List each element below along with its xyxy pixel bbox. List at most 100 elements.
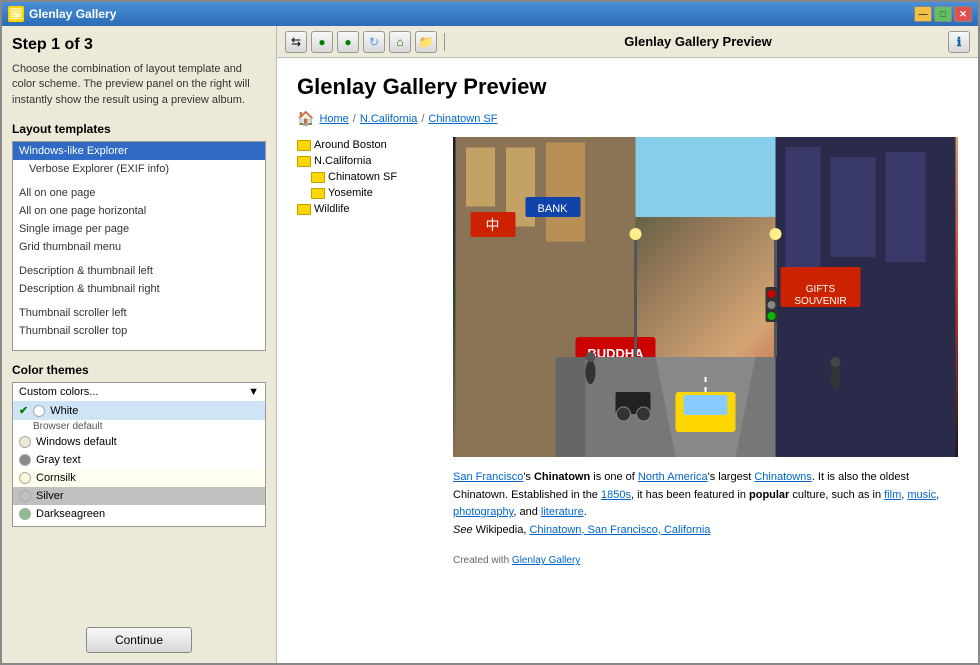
film-link[interactable]: film [884,489,901,501]
color-item-custom[interactable]: Custom colors... ▼ [13,383,265,401]
color-item-gray-text[interactable]: Gray text [13,451,265,469]
nav-forward-icon: ● [344,35,351,49]
breadcrumb: 🏠 Home / N.California / Chinatown SF [297,110,958,127]
layout-item-windows-explorer[interactable]: Windows-like Explorer [13,142,265,160]
window-title: Glenlay Gallery [29,7,116,21]
tree-item-ncalifornia[interactable]: N.California [297,153,437,169]
nav-home-icon: ⌂ [396,35,403,49]
nav-arrows-button[interactable]: ⇆ [285,31,307,53]
chinatowns-link[interactable]: Chinatowns [754,471,811,483]
layout-item-desc-thumb-right[interactable]: Description & thumbnail right [13,280,265,298]
nav-back-button[interactable]: ● [311,31,333,53]
darkseagreen-dot [19,508,31,520]
title-bar-left: 🖼 Glenlay Gallery [8,6,116,22]
minimize-button[interactable]: — [914,6,932,22]
custom-colors-label: Custom colors... [19,386,98,398]
svg-text:GIFTS: GIFTS [806,284,836,295]
tree-item-around-boston[interactable]: Around Boston [297,137,437,153]
right-panel: ⇆ ● ● ↻ ⌂ 📁 Glenlay Gallery Previ [277,26,978,663]
folder-icon-chinatown [311,172,325,183]
dropdown-arrow-icon: ▼ [248,386,259,398]
color-item-silver[interactable]: Silver [13,487,265,505]
svg-text:SOUVENIR: SOUVENIR [794,296,846,307]
layout-templates-label: Layout templates [12,122,266,136]
layout-item-verbose-explorer[interactable]: Verbose Explorer (EXIF info) [13,160,265,178]
main-layout: Step 1 of 3 Choose the combination of la… [2,26,978,663]
svg-text:中: 中 [486,218,500,234]
color-item-browser-default[interactable]: Browser default [13,420,265,433]
chinatown-photo: 中 BANK BUDDHA [453,137,958,457]
preview-toolbar: ⇆ ● ● ↻ ⌂ 📁 Glenlay Gallery Previ [277,26,978,58]
wikipedia-link[interactable]: Chinatown, San Francisco, California [529,524,710,536]
music-link[interactable]: music [907,489,936,501]
color-themes-label: Color themes [12,363,266,377]
north-america-link[interactable]: North America [638,471,708,483]
title-bar: 🖼 Glenlay Gallery — □ ✕ [2,2,978,26]
1850s-link[interactable]: 1850s [601,489,631,501]
see-label: See [453,524,473,536]
popular-strong: popular [749,489,789,501]
color-themes-list[interactable]: Custom colors... ▼ ✔ White Browser defau… [12,382,266,527]
color-item-darkseagreen[interactable]: Darkseagreen [13,505,265,523]
white-check-icon: ✔ [19,404,28,417]
file-tree: Around Boston N.California Chinatown SF [297,137,437,566]
layout-item-thumb-scroll-left[interactable]: Thumbnail scroller left [13,304,265,322]
title-bar-buttons: — □ ✕ [914,6,972,22]
folder-icon-around-boston [297,140,311,151]
nav-arrows-icon: ⇆ [291,35,301,49]
preview-area[interactable]: Glenlay Gallery Preview 🏠 Home / N.Calif… [277,58,978,663]
layout-item-grid-thumb[interactable]: Grid thumbnail menu [13,238,265,256]
nav-forward-button[interactable]: ● [337,31,359,53]
button-area: Continue [12,617,266,653]
color-item-windows-default[interactable]: Windows default [13,433,265,451]
sf-link[interactable]: San Francisco [453,471,523,483]
folder-icon-wildlife [297,204,311,215]
cornsilk-dot [19,472,31,484]
toolbar-title: Glenlay Gallery Preview [452,34,944,49]
layout-item-thumb-scroll-top[interactable]: Thumbnail scroller top [13,322,265,340]
nav-refresh-button[interactable]: ↻ [363,31,385,53]
close-button[interactable]: ✕ [954,6,972,22]
help-icon: ℹ [957,35,962,49]
layout-item-single-image[interactable]: Single image per page [13,220,265,238]
silver-dot [19,490,31,502]
preview-title: Glenlay Gallery Preview [297,74,958,100]
breadcrumb-chinatown[interactable]: Chinatown SF [428,113,497,125]
left-panel: Step 1 of 3 Choose the combination of la… [2,26,277,663]
footer-text: Created with Glenlay Gallery [453,555,958,566]
layout-item-desc-thumb-left[interactable]: Description & thumbnail left [13,262,265,280]
nav-folder-button[interactable]: 📁 [415,31,437,53]
color-item-white[interactable]: ✔ White [13,401,265,420]
nav-home-button[interactable]: ⌂ [389,31,411,53]
description-text: San Francisco's Chinatown is one of Nort… [453,469,958,539]
color-item-cornsilk[interactable]: Cornsilk [13,469,265,487]
nav-refresh-icon: ↻ [369,35,379,49]
literature-link[interactable]: literature [541,506,584,518]
tree-item-wildlife[interactable]: Wildlife [297,201,437,217]
chinatown-svg: 中 BANK BUDDHA [453,137,958,457]
photography-link[interactable]: photography [453,506,513,518]
tree-item-chinatown[interactable]: Chinatown SF [297,169,437,185]
glenlay-link[interactable]: Glenlay Gallery [512,555,580,566]
gray-dot [19,454,31,466]
toolbar-separator [444,33,445,51]
breadcrumb-ncalifornia[interactable]: N.California [360,113,417,125]
windows-default-dot [19,436,31,448]
layout-item-all-one-page[interactable]: All on one page [13,184,265,202]
layout-item-all-one-horiz[interactable]: All on one page horizontal [13,202,265,220]
step-title: Step 1 of 3 [12,36,266,54]
help-button[interactable]: ℹ [948,31,970,53]
home-breadcrumb-icon: 🏠 [297,110,314,127]
layout-templates-list[interactable]: Windows-like Explorer Verbose Explorer (… [12,141,266,351]
folder-icon-ncalifornia [297,156,311,167]
color-white-label: White [50,405,78,417]
step-description: Choose the combination of layout templat… [12,62,266,108]
maximize-button[interactable]: □ [934,6,952,22]
app-window: 🖼 Glenlay Gallery — □ ✕ Step 1 of 3 Choo… [0,0,980,665]
folder-icon-yosemite [311,188,325,199]
breadcrumb-home[interactable]: Home [319,113,348,125]
tree-item-yosemite[interactable]: Yosemite [297,185,437,201]
photo-section: 中 BANK BUDDHA [453,137,958,566]
chinatown-strong: Chinatown [534,471,590,483]
continue-button[interactable]: Continue [86,627,192,653]
